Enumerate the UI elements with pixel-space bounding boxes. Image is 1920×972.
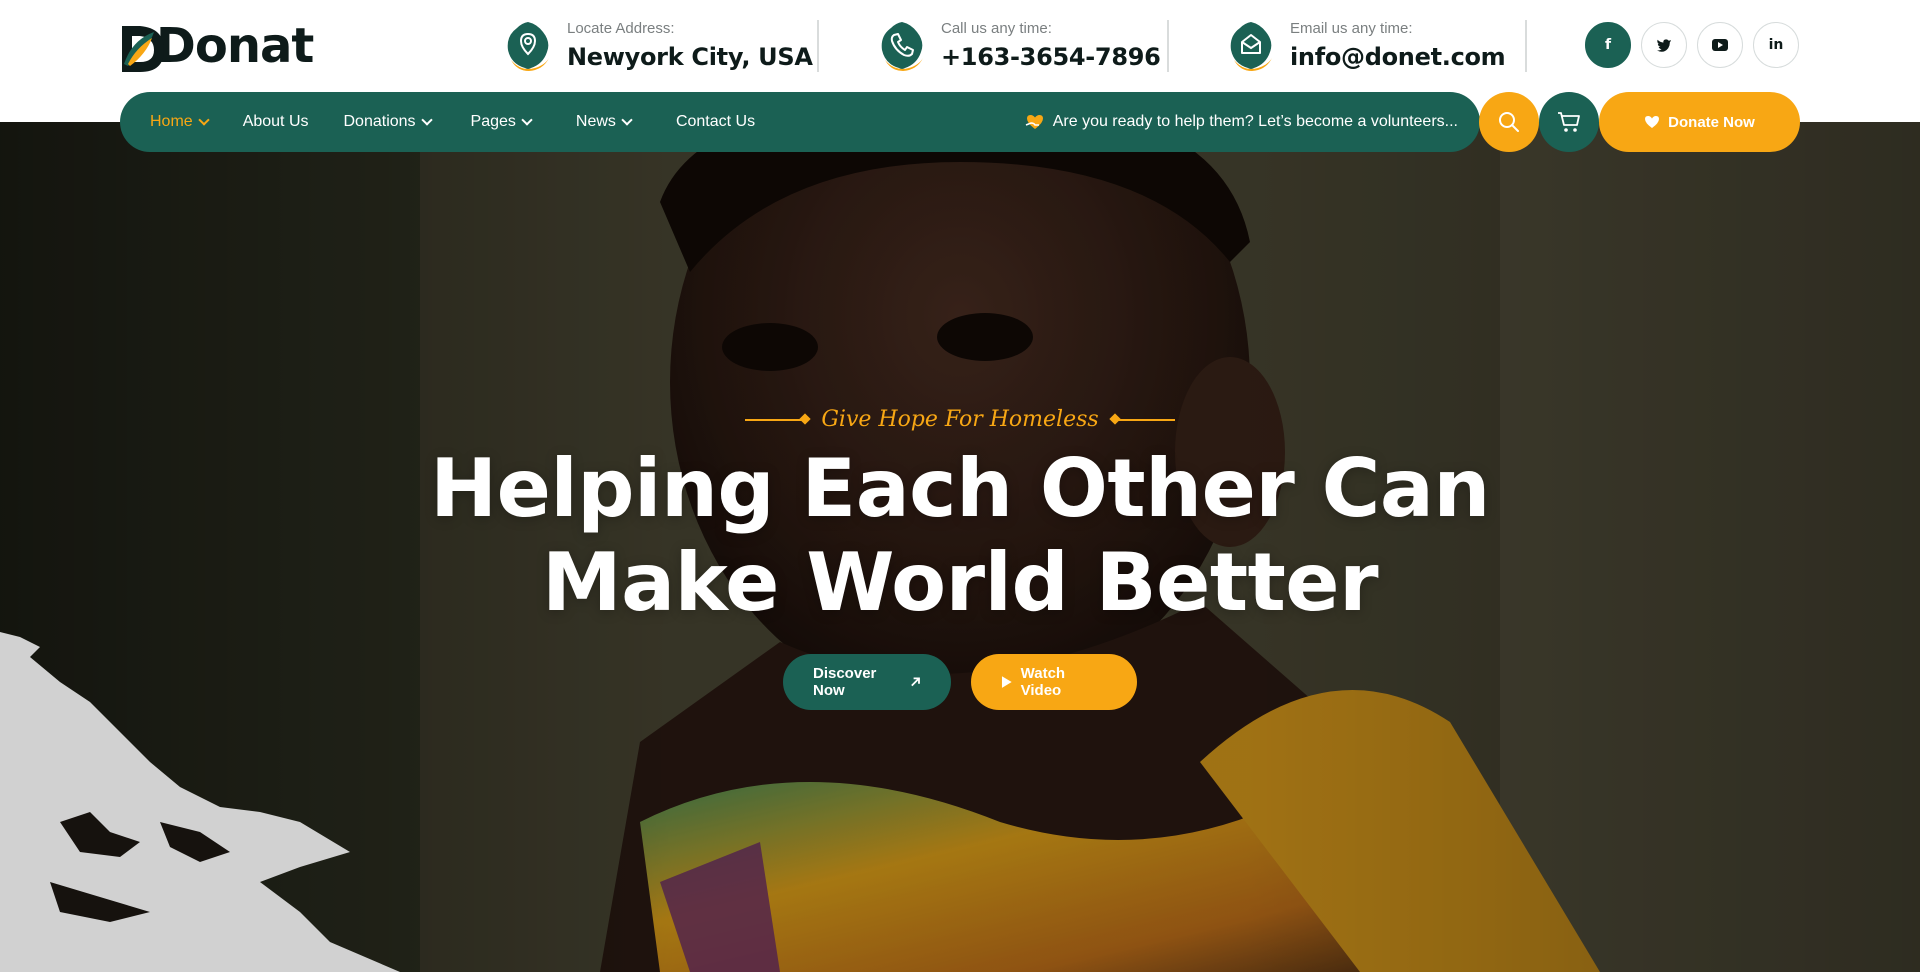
tagline-text: Give Hope For Homeless [821,407,1099,432]
nav-item-donations[interactable]: Donations [343,113,433,131]
divider [1525,20,1527,72]
search-icon [1499,112,1519,132]
nav-item-label: News [575,113,616,130]
tagline-decoration-left [745,418,806,421]
watch-video-label: Watch Video [1020,665,1066,699]
chevron-down-icon [420,113,433,126]
volunteer-cta[interactable]: Are you ready to help them? Let’s become… [1025,92,1458,152]
phone-label: Call us any time: [941,20,1052,37]
donate-now-button[interactable]: Donate Now [1599,92,1800,152]
nav-item-about-us[interactable]: About Us [243,113,309,131]
linkedin-icon[interactable]: in [1753,22,1799,68]
logo-text: Donat [156,18,314,74]
headline-line-2: Make World Better [541,536,1379,629]
search-button[interactable] [1479,92,1539,152]
tagline-decoration-right [1114,418,1175,421]
nav-item-contact-us[interactable]: Contact Us [676,113,755,131]
nav-item-label: About Us [242,113,309,130]
play-icon [1001,676,1012,688]
chevron-down-icon [198,113,210,126]
envelope-icon [1226,20,1276,72]
twitter-icon[interactable] [1641,22,1687,68]
address-value: Newyork City, USA [567,43,813,71]
volunteer-cta-text: Are you ready to help them? Let’s become… [1052,113,1458,130]
nav-item-label: Contact Us [675,113,756,130]
watch-video-button[interactable]: Watch Video [971,654,1137,710]
hero-headline: Helping Each Other Can Make World Better [0,442,1920,630]
site-logo[interactable]: Donat [118,18,314,74]
main-navigation: Home About Us Donations Pages News Conta… [120,92,1480,152]
facebook-icon[interactable]: f [1585,22,1631,68]
location-pin-icon [503,20,553,72]
cart-icon [1558,112,1580,132]
arrow-up-right-icon [911,677,921,687]
hero-section: Give Hope For Homeless Helping Each Othe… [0,122,1920,972]
phone-icon [877,20,927,72]
chevron-down-icon [521,113,533,126]
divider [817,20,819,72]
social-links: f in [1585,22,1799,68]
nav-item-pages[interactable]: Pages [470,113,533,131]
nav-item-home[interactable]: Home [150,113,210,131]
nav-item-label: Home [150,113,193,130]
heart-hand-icon [1025,115,1043,129]
hero-buttons: Discover Now Watch Video [0,654,1920,710]
phone-info: Call us any time: +163-3654-7896 [877,18,1161,74]
address-info: Locate Address: Newyork City, USA [503,18,813,74]
donate-now-label: Donate Now [1668,113,1755,131]
phone-link[interactable]: +163-3654-7896 [941,42,1161,72]
headline-line-1: Helping Each Other Can [430,442,1490,535]
email-link[interactable]: info@donet.com [1290,42,1506,72]
nav-item-label: Pages [470,113,516,130]
nav-item-label: Donations [343,113,416,130]
email-info: Email us any time: info@donet.com [1226,18,1506,74]
email-label: Email us any time: [1290,20,1413,37]
chevron-down-icon [621,113,633,126]
divider [1167,20,1169,72]
hero-tagline: Give Hope For Homeless [0,407,1920,432]
logo-leaf-icon [118,20,164,72]
discover-now-label: Discover Now [813,665,877,699]
youtube-icon[interactable] [1697,22,1743,68]
cart-button[interactable] [1539,92,1599,152]
address-label: Locate Address: [567,20,675,37]
heart-icon [1645,116,1660,128]
discover-now-button[interactable]: Discover Now [783,654,951,710]
nav-item-news[interactable]: News [575,113,633,131]
